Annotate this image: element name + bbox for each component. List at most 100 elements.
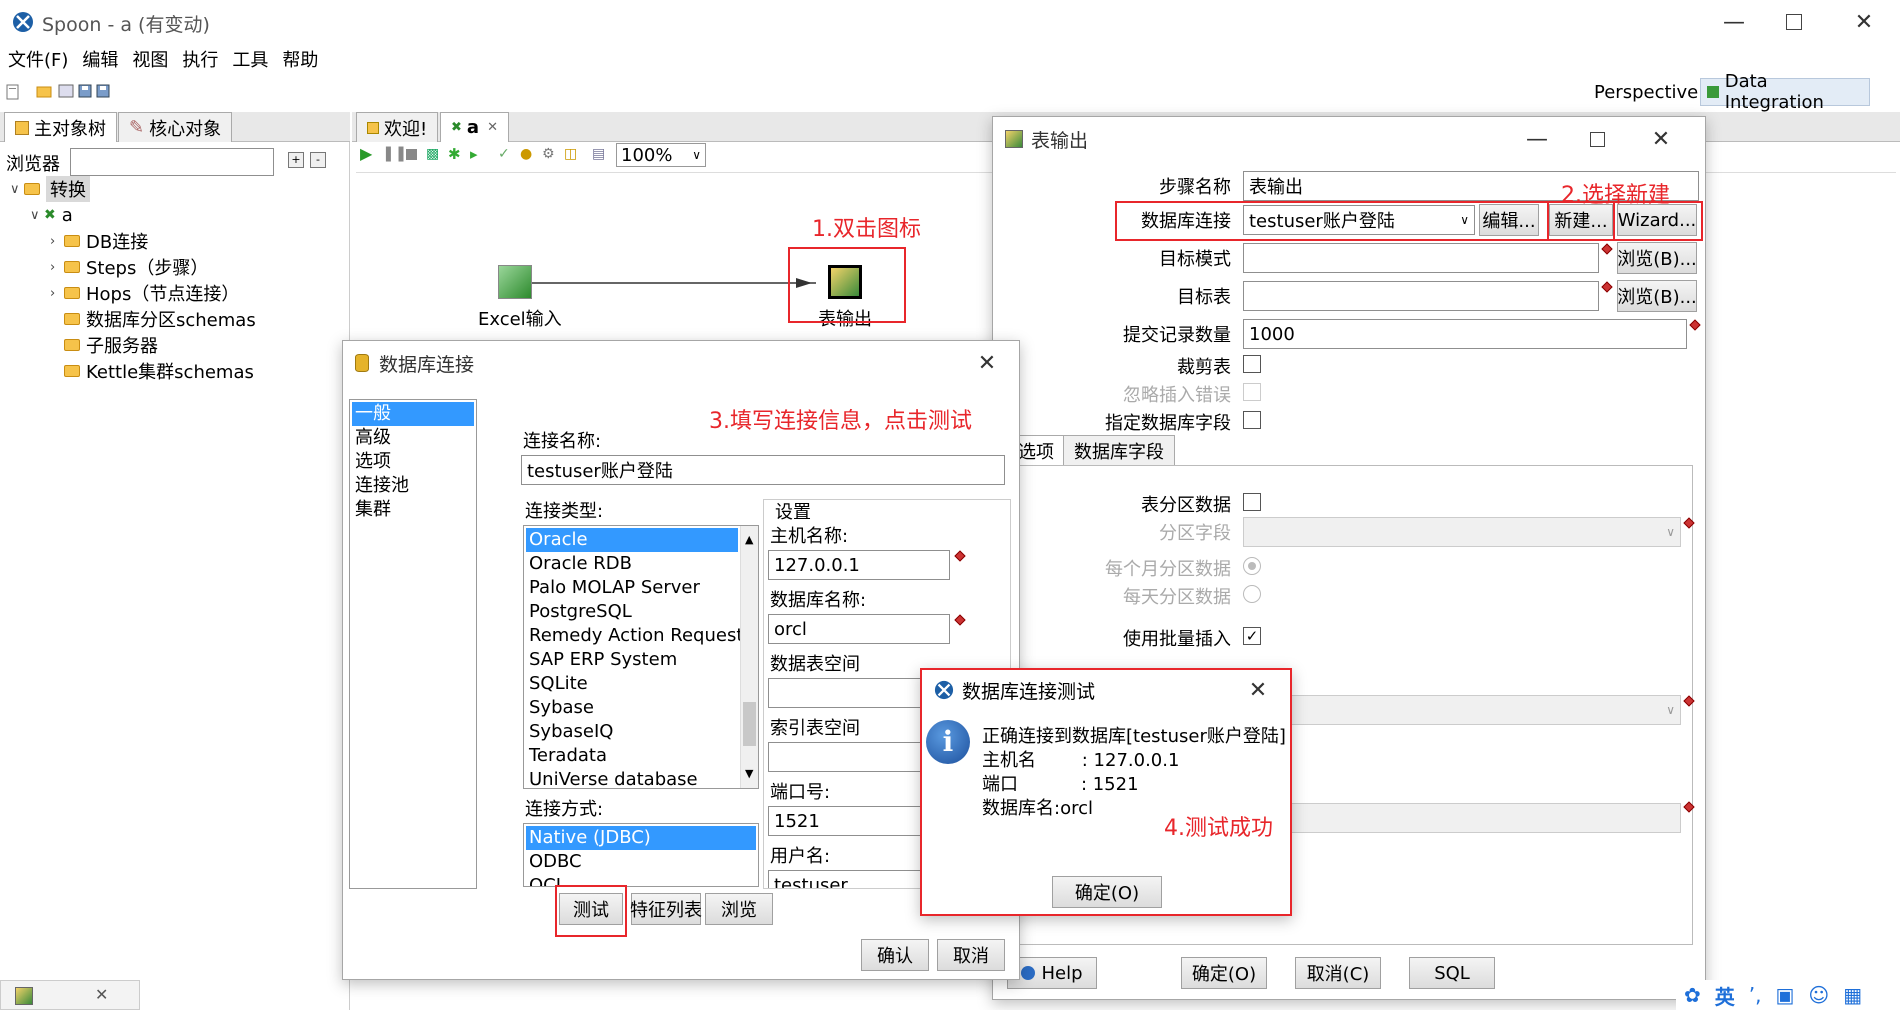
type-sybase[interactable]: Sybase: [526, 696, 738, 720]
menu-tools[interactable]: 工具: [232, 46, 268, 72]
table-output-cancel-button[interactable]: 取消(C): [1295, 957, 1381, 989]
browser-search-input[interactable]: [70, 148, 274, 176]
paw-icon[interactable]: ✿: [1684, 983, 1701, 1007]
nav-options[interactable]: 选项: [352, 450, 474, 474]
access-list[interactable]: Native (JDBC) ODBC OCI: [523, 823, 759, 887]
connection-type-list[interactable]: Oracle Oracle RDB Palo MOLAP Server Post…: [523, 525, 759, 789]
stop-icon[interactable]: [406, 149, 417, 160]
replay-icon[interactable]: ▸: [470, 145, 478, 163]
menu-help[interactable]: 帮助: [282, 46, 318, 72]
browse-schema-button[interactable]: 浏览(B)...: [1617, 242, 1697, 274]
db-connection-close[interactable]: ✕: [957, 341, 1017, 385]
menu-file[interactable]: 文件(F): [8, 46, 68, 72]
type-universe[interactable]: UniVerse database: [526, 768, 738, 788]
tree-item-cluster-schemas[interactable]: Kettle集群schemas: [64, 358, 254, 384]
partition-checkbox[interactable]: [1243, 493, 1261, 511]
type-sap[interactable]: SAP ERP System: [526, 648, 738, 672]
db-connection-cancel-button[interactable]: 取消: [937, 939, 1005, 971]
close-tab-icon[interactable]: ✕: [487, 120, 498, 135]
db-connection-ok-button[interactable]: 确认: [861, 939, 929, 971]
type-oracle-rdb[interactable]: Oracle RDB: [526, 552, 738, 576]
batch-insert-checkbox[interactable]: ✓: [1243, 627, 1261, 645]
table-output-maximize[interactable]: [1567, 117, 1627, 161]
nav-pooling[interactable]: 连接池: [352, 474, 474, 498]
expand-all-icon[interactable]: +: [288, 152, 304, 168]
type-sqlite[interactable]: SQLite: [526, 672, 738, 696]
dbname-input[interactable]: [768, 614, 950, 644]
sql-button[interactable]: SQL: [1409, 957, 1495, 989]
table-output-close[interactable]: ✕: [1631, 117, 1691, 161]
browse-table-button[interactable]: 浏览(B)...: [1617, 280, 1697, 312]
commit-size-input[interactable]: [1243, 319, 1687, 349]
excel-input-step[interactable]: [498, 265, 532, 299]
maximize-button[interactable]: [1764, 0, 1824, 44]
nav-general[interactable]: 一般: [352, 402, 474, 426]
help-button[interactable]: Help: [1007, 957, 1097, 989]
explore-db-icon[interactable]: ◫: [564, 146, 577, 162]
feature-list-button[interactable]: 特征列表: [630, 893, 702, 925]
connection-test-ok-button[interactable]: 确定(O): [1052, 876, 1162, 908]
save-icon[interactable]: [78, 84, 92, 98]
tree-item-db-connections[interactable]: › DB连接: [50, 228, 148, 254]
specify-fields-checkbox[interactable]: [1243, 411, 1261, 429]
type-remedy[interactable]: Remedy Action Request: [526, 624, 743, 648]
grid-icon[interactable]: ▤: [592, 146, 605, 162]
tab-core-objects[interactable]: ✎ 核心对象: [118, 112, 233, 142]
explore-button[interactable]: 浏览: [705, 893, 773, 925]
tree-item-slave-servers[interactable]: 子服务器: [64, 332, 158, 358]
preview-icon[interactable]: ▩: [426, 146, 439, 162]
close-button[interactable]: ✕: [1834, 0, 1894, 44]
pause-icon[interactable]: ❚❚: [382, 144, 407, 162]
punctuation-icon[interactable]: ’,: [1749, 983, 1762, 1007]
menu-run[interactable]: 执行: [182, 46, 218, 72]
type-palo[interactable]: Palo MOLAP Server: [526, 576, 738, 600]
connection-name-input[interactable]: [521, 455, 1005, 485]
host-input[interactable]: [768, 550, 950, 580]
tab-welcome[interactable]: 欢迎!: [356, 112, 439, 142]
run-icon[interactable]: ▶: [360, 144, 372, 163]
tree-item-hops[interactable]: › Hops（节点连接）: [50, 280, 239, 306]
nav-clustering[interactable]: 集群: [352, 498, 474, 522]
tab-trans-a[interactable]: ✖ a ✕: [440, 112, 509, 142]
open-file-icon[interactable]: [36, 84, 52, 98]
verify-icon[interactable]: ✓: [498, 146, 510, 162]
table-output-minimize[interactable]: —: [1507, 117, 1567, 161]
perspective-selector[interactable]: Data Integration: [1700, 71, 1870, 113]
type-sybaseiq[interactable]: SybaseIQ: [526, 720, 738, 744]
type-list-scrollbar[interactable]: ▲ ▼: [740, 526, 758, 788]
explore-repo-icon[interactable]: [58, 84, 74, 98]
nav-advanced[interactable]: 高级: [352, 426, 474, 450]
tab-main-tree[interactable]: 主对象树: [4, 112, 117, 142]
tree-root-transform[interactable]: ∨ 转换: [10, 176, 90, 202]
scroll-thumb[interactable]: [743, 702, 756, 746]
access-native[interactable]: Native (JDBC): [526, 826, 756, 850]
sql-icon[interactable]: ⚙: [542, 146, 555, 162]
tab-db-fields[interactable]: 数据库字段: [1063, 435, 1175, 465]
type-oracle[interactable]: Oracle: [526, 528, 738, 552]
tree-trans-a[interactable]: ∨ ✖ a: [30, 202, 73, 228]
new-file-icon[interactable]: [6, 84, 20, 100]
table-output-ok-button[interactable]: 确定(O): [1181, 957, 1267, 989]
connection-test-close[interactable]: ✕: [1228, 670, 1288, 710]
collapse-all-icon[interactable]: -: [310, 152, 326, 168]
type-postgresql[interactable]: PostgreSQL: [526, 600, 738, 624]
apps-icon[interactable]: ▦: [1843, 983, 1862, 1007]
ime-indicator[interactable]: 英: [1715, 981, 1735, 1010]
type-teradata[interactable]: Teradata: [526, 744, 738, 768]
zoom-select[interactable]: 100% ∨: [616, 143, 706, 167]
menu-edit[interactable]: 编辑: [82, 46, 118, 72]
taskbar-item[interactable]: ✕: [0, 980, 140, 1010]
tree-item-steps[interactable]: › Steps（步骤）: [50, 254, 208, 280]
save-as-icon[interactable]: [96, 84, 110, 98]
menu-view[interactable]: 视图: [132, 46, 168, 72]
impact-icon[interactable]: ●: [520, 146, 532, 162]
target-table-input[interactable]: [1243, 281, 1599, 311]
truncate-checkbox[interactable]: [1243, 355, 1261, 373]
tree-item-partition-schemas[interactable]: 数据库分区schemas: [64, 306, 256, 332]
hop-arrow[interactable]: [506, 268, 826, 298]
user-icon[interactable]: ☺: [1808, 983, 1829, 1007]
minimize-button[interactable]: —: [1704, 0, 1764, 44]
access-odbc[interactable]: ODBC: [526, 850, 756, 874]
scroll-up-icon[interactable]: ▲: [745, 528, 753, 552]
toolbox-icon[interactable]: ▣: [1775, 983, 1794, 1007]
